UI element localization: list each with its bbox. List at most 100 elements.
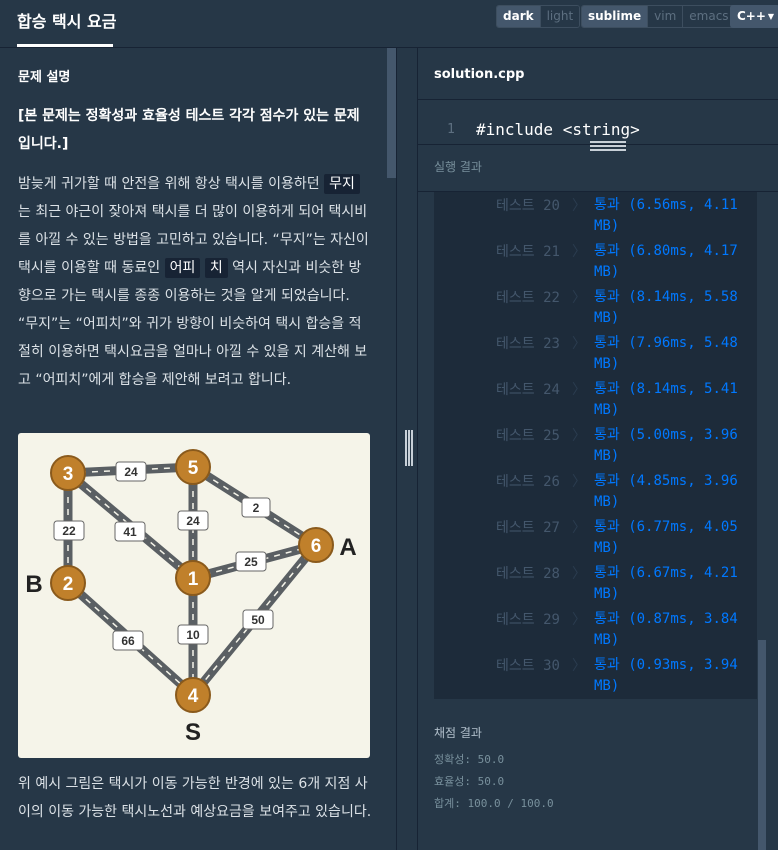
edge-cost-2-4: 66 <box>112 630 144 651</box>
test-result: 통과 (6.67ms, 4.21 MB) <box>594 565 738 602</box>
test-result: 통과 (8.14ms, 5.41 MB) <box>594 381 738 418</box>
description-scrollbar[interactable] <box>387 48 396 178</box>
theme-toggle: dark light <box>496 5 581 28</box>
node-1: 1 <box>175 560 211 596</box>
edge-cost-1-4: 10 <box>177 624 209 645</box>
svg-text:10: 10 <box>186 628 200 642</box>
edge-cost-5-1: 24 <box>177 510 209 531</box>
result-header: 실행 결과 <box>418 144 778 192</box>
result-row: 테스트 27 〉 통과 (6.77ms, 4.05 MB) <box>434 514 757 560</box>
result-row: 테스트 24 〉 통과 (8.14ms, 5.41 MB) <box>434 376 757 422</box>
title-tab-indicator <box>17 44 113 47</box>
keymap-vim-button[interactable]: vim <box>647 6 683 27</box>
file-tab[interactable]: solution.cpp <box>418 48 778 100</box>
test-result: 통과 (0.87ms, 3.84 MB) <box>594 611 738 648</box>
svg-text:5: 5 <box>188 458 199 479</box>
test-label: 테스트 20 <box>496 198 560 214</box>
svg-text:66: 66 <box>121 634 135 648</box>
score-total: 합계: 100.0 / 100.0 <box>434 797 554 810</box>
score-note: [본 문제는 정확성과 효율성 테스트 각각 점수가 있는 문제입니다.] <box>18 108 360 152</box>
svg-text:4: 4 <box>188 686 199 707</box>
edge-cost-6-4: 50 <box>242 609 274 630</box>
test-label: 테스트 28 <box>496 566 560 582</box>
result-row: 테스트 23 〉 통과 (7.96ms, 5.48 MB) <box>434 330 757 376</box>
svg-text:2: 2 <box>63 574 74 595</box>
result-row: 테스트 20 〉 통과 (6.56ms, 4.11 MB) <box>434 192 757 238</box>
svg-text:6: 6 <box>311 536 322 557</box>
node-5: 5 <box>175 449 211 485</box>
score-title: 채점 결과 <box>434 726 482 740</box>
label-a: A <box>339 534 356 561</box>
svg-text:24: 24 <box>124 465 138 479</box>
svg-text:2: 2 <box>253 501 260 515</box>
results-scrollbar[interactable] <box>758 640 766 850</box>
inline-code-apeach-cont: 치 <box>204 258 228 278</box>
paragraph-text: 역시 자신과 비슷한 방향으로 가는 택시를 종종 이용하는 것을 알게 되었습… <box>18 260 368 388</box>
keymap-emacs-button[interactable]: emacs <box>682 6 735 27</box>
line-number: 1 <box>447 122 455 137</box>
section-title: 문제 설명 <box>18 70 71 85</box>
taxi-route-map-graphic: 24 22 41 24 2 25 66 10 50 3 5 2 1 6 4 A … <box>25 449 357 746</box>
result-row: 테스트 30 〉 통과 (0.93ms, 3.94 MB) <box>434 652 757 698</box>
test-label: 테스트 26 <box>496 474 560 490</box>
chevron-right-icon: 〉 <box>572 244 586 260</box>
chevron-right-icon: 〉 <box>572 658 586 674</box>
test-label: 테스트 29 <box>496 612 560 628</box>
svg-text:3: 3 <box>63 464 74 485</box>
problem-description-panel[interactable]: 문제 설명 [본 문제는 정확성과 효율성 테스트 각각 점수가 있는 문제입니… <box>0 48 396 850</box>
test-results-list[interactable]: 테스트 20 〉 통과 (6.56ms, 4.11 MB) 테스트 21 〉 통… <box>434 192 757 699</box>
code-editor[interactable]: 1 #include <string> <box>418 100 778 144</box>
keymap-sublime-button[interactable]: sublime <box>582 6 648 27</box>
language-select[interactable]: C++ ▼ <box>730 5 778 28</box>
chevron-right-icon: 〉 <box>572 290 586 306</box>
test-result: 통과 (8.14ms, 5.58 MB) <box>594 289 738 326</box>
test-result: 통과 (5.00ms, 3.96 MB) <box>594 427 738 464</box>
svg-text:50: 50 <box>251 613 265 627</box>
test-result: 통과 (7.96ms, 5.48 MB) <box>594 335 738 372</box>
chevron-down-icon: ▼ <box>767 12 774 21</box>
svg-text:25: 25 <box>244 555 258 569</box>
svg-text:22: 22 <box>62 524 76 538</box>
test-label: 테스트 27 <box>496 520 560 536</box>
test-label: 테스트 22 <box>496 290 560 306</box>
chevron-right-icon: 〉 <box>572 382 586 398</box>
inline-code-muji: 무지 <box>324 174 360 194</box>
test-label: 테스트 21 <box>496 244 560 260</box>
taxi-route-map: 24 22 41 24 2 25 66 10 50 3 5 2 1 6 4 A … <box>18 433 370 758</box>
result-row: 테스트 28 〉 통과 (6.67ms, 4.21 MB) <box>434 560 757 606</box>
test-result: 통과 (6.56ms, 4.11 MB) <box>594 197 738 234</box>
test-label: 테스트 24 <box>496 382 560 398</box>
test-result: 통과 (0.93ms, 3.94 MB) <box>594 657 738 694</box>
test-result: 통과 (6.80ms, 4.17 MB) <box>594 243 738 280</box>
node-3: 3 <box>50 455 86 491</box>
chevron-right-icon: 〉 <box>572 428 586 444</box>
keymap-toggle: sublime vim emacs <box>581 5 736 28</box>
node-2: 2 <box>50 565 86 601</box>
theme-light-button[interactable]: light <box>539 6 580 27</box>
edge-cost-3-2: 22 <box>53 520 85 541</box>
code-line: #include <string> <box>476 120 640 139</box>
result-splitter-grip-icon[interactable] <box>590 141 626 151</box>
test-label: 테스트 30 <box>496 658 560 674</box>
result-header-label: 실행 결과 <box>434 160 482 174</box>
problem-paragraph-2: 위 예시 그림은 택시가 이동 가능한 반경에 있는 6개 지점 사이의 이동 … <box>18 776 372 820</box>
svg-text:1: 1 <box>188 569 199 590</box>
file-tab-label: solution.cpp <box>434 67 525 82</box>
score-accuracy: 정확성: 50.0 <box>434 753 505 766</box>
theme-dark-button[interactable]: dark <box>497 6 540 27</box>
test-result: 통과 (6.77ms, 4.05 MB) <box>594 519 738 556</box>
result-row: 테스트 21 〉 통과 (6.80ms, 4.17 MB) <box>434 238 757 284</box>
score-efficiency: 효율성: 50.0 <box>434 775 505 788</box>
problem-title: 합승 택시 요금 <box>17 12 117 31</box>
result-row: 테스트 29 〉 통과 (0.87ms, 3.84 MB) <box>434 606 757 652</box>
svg-text:41: 41 <box>123 525 137 539</box>
node-6: 6 <box>298 527 334 563</box>
top-bar: 합승 택시 요금 dark light sublime vim emacs C+… <box>0 0 778 48</box>
inline-code-apeach: 어피 <box>164 258 201 278</box>
chevron-right-icon: 〉 <box>572 566 586 582</box>
editor-panel: solution.cpp 1 #include <string> 실행 결과 테… <box>418 48 778 850</box>
result-row: 테스트 25 〉 통과 (5.00ms, 3.96 MB) <box>434 422 757 468</box>
chevron-right-icon: 〉 <box>572 474 586 490</box>
chevron-right-icon: 〉 <box>572 198 586 214</box>
splitter-grip-icon[interactable] <box>405 430 413 466</box>
